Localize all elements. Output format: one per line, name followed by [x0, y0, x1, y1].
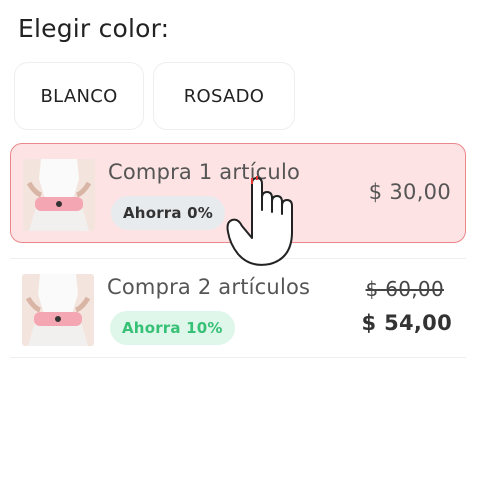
color-option-label: BLANCO — [40, 85, 118, 107]
product-thumbnail — [22, 274, 94, 346]
original-price: $ 60,00 — [365, 277, 444, 301]
color-selector-heading: Elegir color: — [18, 14, 170, 43]
offer-price: $ 54,00 — [361, 311, 452, 335]
savings-badge: Ahorra 10% — [110, 311, 235, 345]
bundle-offer-1[interactable]: Compra 1 artículo Ahorra 0% $ 30,00 — [10, 143, 466, 243]
color-option-blanco[interactable]: BLANCO — [14, 62, 144, 130]
savings-badge: Ahorra 0% — [111, 196, 225, 230]
bundle-offer-2[interactable]: Compra 2 artículos Ahorra 10% $ 60,00 $ … — [10, 258, 466, 358]
offer-title: Compra 2 artículos — [107, 275, 311, 299]
offer-title: Compra 1 artículo — [108, 160, 301, 184]
offer-price: $ 30,00 — [368, 180, 451, 204]
color-option-label: ROSADO — [183, 85, 265, 107]
color-option-rosado[interactable]: ROSADO — [153, 62, 295, 130]
product-thumbnail — [23, 159, 95, 231]
